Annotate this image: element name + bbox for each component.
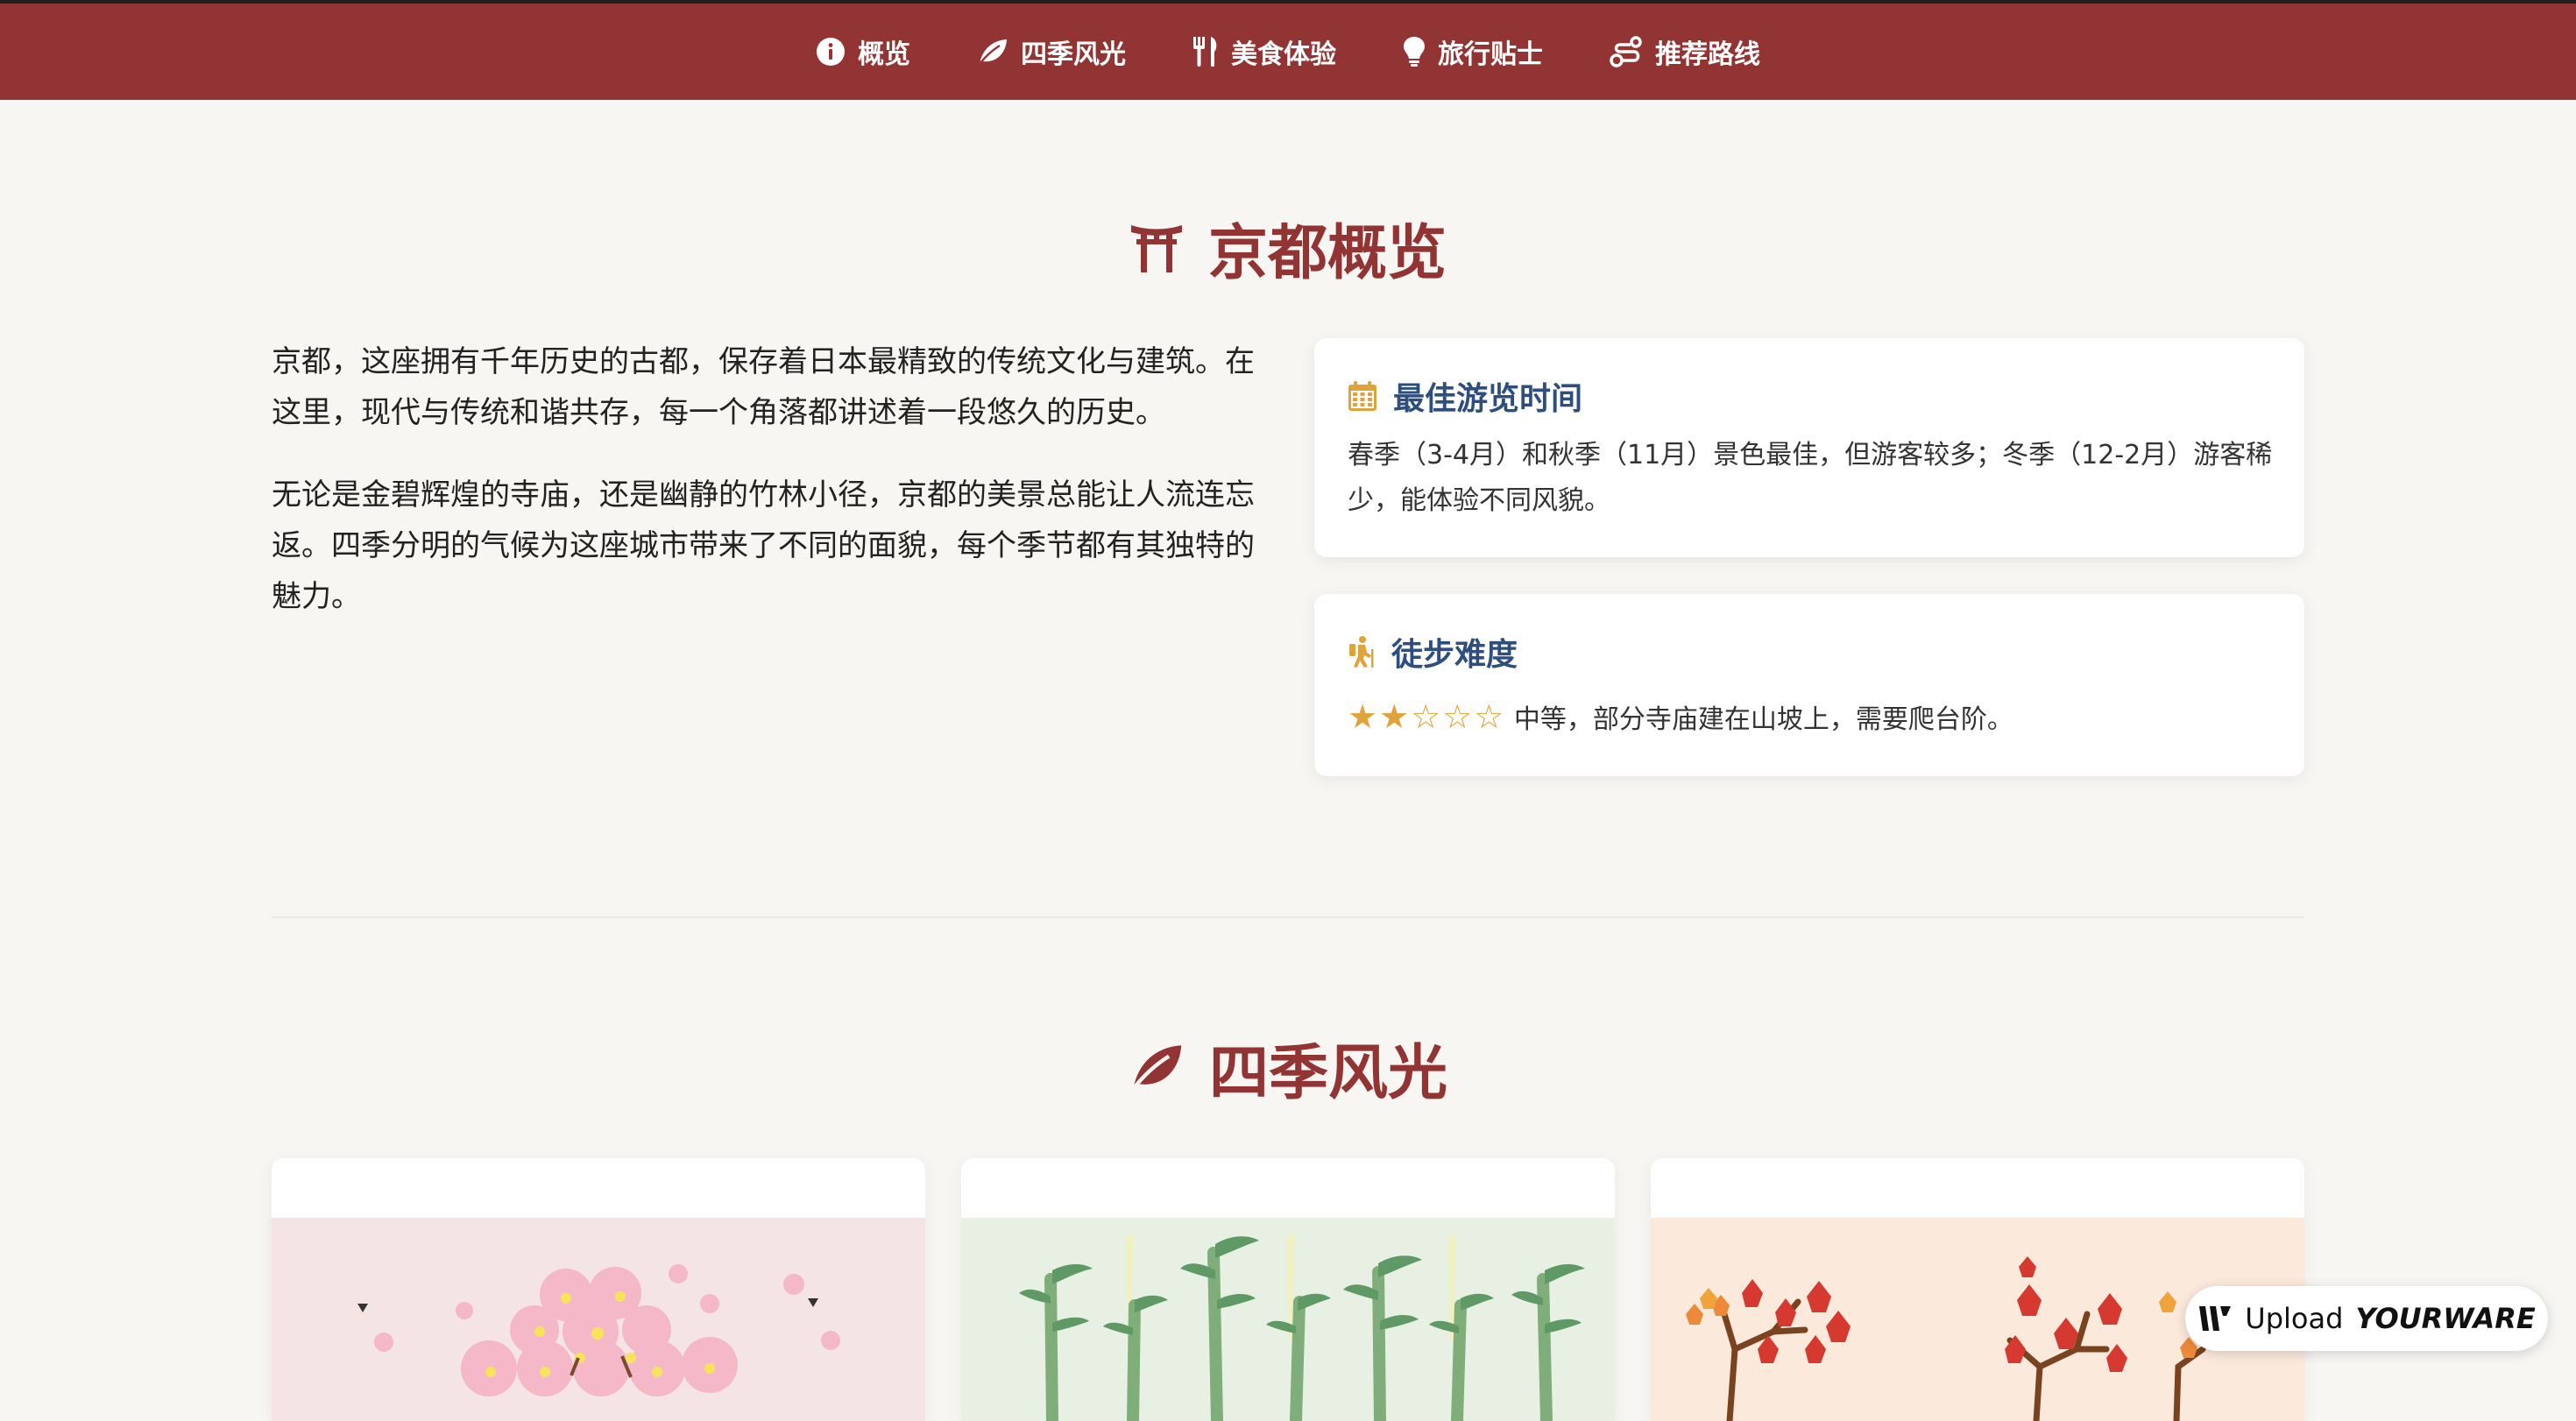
card-header: 徒步难度 [1348,629,1518,675]
nav-item-label: 推荐路线 [1655,39,1760,70]
bamboo-illustration [961,1218,1615,1421]
difficulty-stars: ★★☆☆☆ [1348,697,1506,736]
nav-item-label: 美食体验 [1231,39,1336,70]
card-text: ★★☆☆☆ 中等，部分寺庙建在山坡上，需要爬台阶。 [1348,694,2276,743]
season-card-spring[interactable] [272,1158,925,1421]
cherry-blossom-illustration [272,1218,925,1421]
top-nav: 概览 四季风光 美食体验 旅行贴士 推荐路线 [0,4,2576,100]
difficulty-text: 中等，部分寺庙建在山坡上，需要爬台阶。 [1513,704,2013,735]
info-circle-icon [817,38,845,66]
card-header: 最佳游览时间 [1348,373,1582,419]
nav-item-food[interactable]: 美食体验 [1192,32,1336,71]
badge-brand-label: YOURWARE [2355,1302,2536,1335]
upload-yourware-badge[interactable]: Upload YOURWARE [2185,1286,2548,1351]
torii-gate-icon [1130,225,1182,272]
best-time-card: 最佳游览时间 春季（3-4月）和秋季（11月）景色最佳，但游客较多；冬季（12-… [1314,338,2304,557]
card-title: 徒步难度 [1391,636,1518,673]
nav-item-label: 四季风光 [1021,39,1126,70]
hiking-difficulty-card: 徒步难度 ★★☆☆☆ 中等，部分寺庙建在山坡上，需要爬台阶。 [1314,594,2304,776]
nav-item-label: 概览 [858,39,910,70]
calendar-icon [1348,381,1376,411]
leaf-icon [979,39,1007,65]
nav-item-label: 旅行贴士 [1438,39,1543,70]
season-card-summer[interactable] [961,1158,1615,1421]
nav-item-routes[interactable]: 推荐路线 [1610,32,1760,71]
nav-item-overview[interactable]: 概览 [816,32,910,71]
overview-paragraph: 无论是金碧辉煌的寺庙，还是幽静的竹林小径，京都的美景总能让人流连忘返。四季分明的… [272,477,1255,614]
yourware-logo-icon [2199,1306,2232,1331]
nav-item-tips[interactable]: 旅行贴士 [1403,32,1543,71]
lightbulb-icon [1404,37,1425,67]
hiking-icon [1349,636,1374,668]
route-icon [1610,36,1642,67]
badge-upload-label: Upload [2245,1302,2344,1335]
overview-section-title: 京都概览 [0,203,2576,291]
seasons-section-title: 四季风光 [0,1023,2576,1111]
card-text: 春季（3-4月）和秋季（11月）景色最佳，但游客较多；冬季（12-2月）游客稀少… [1348,440,2273,516]
nav-item-seasons[interactable]: 四季风光 [977,32,1126,71]
overview-paragraph: 京都，这座拥有千年历史的古都，保存着日本最精致的传统文化与建筑。在这里，现代与传… [272,344,1255,430]
card-title: 最佳游览时间 [1393,380,1583,417]
leaf-icon [1131,1045,1182,1091]
section-divider [272,916,2304,918]
utensils-icon [1193,37,1217,67]
